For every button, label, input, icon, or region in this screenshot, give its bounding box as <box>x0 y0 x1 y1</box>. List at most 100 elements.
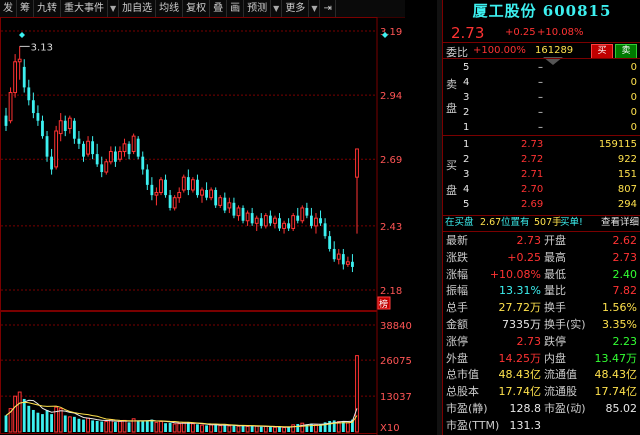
candle-body <box>177 192 182 199</box>
volume-bar <box>72 416 76 432</box>
volume-tick-label: 26075 <box>380 356 412 367</box>
candle-body <box>91 141 95 155</box>
toolbar-forecast-button[interactable]: 预测 <box>244 0 272 17</box>
volume-bar <box>250 425 254 432</box>
candle-body <box>95 154 99 165</box>
stat-label: 市盈(动) <box>544 402 586 415</box>
order-level: 1 <box>463 122 470 133</box>
candle-body <box>154 192 159 196</box>
order-volume: 0 <box>630 107 637 118</box>
stat-value: 13.31% <box>499 284 541 298</box>
chart-toolbar: 发 筹 九转 重大事件 ▼ 加自选 均线 复权 叠 画 预测 ▼ 更多 ▼ ⇥ <box>0 0 405 18</box>
buy-order-row[interactable]: 1 2.73 159115 <box>443 138 640 152</box>
candle-body <box>41 120 44 137</box>
candle-body <box>108 151 113 163</box>
candle-body <box>77 138 81 144</box>
order-level: 2 <box>463 154 470 165</box>
stat-row: 最新 2.73 开盘 2.62 <box>443 233 640 248</box>
notice-suffix: 买单! <box>560 217 583 228</box>
toolbar-adjust-button[interactable]: 复权 <box>183 0 211 17</box>
volume-bar <box>355 355 359 433</box>
volume-bar <box>310 423 313 432</box>
toolbar-major-events-button[interactable]: 重大事件 <box>61 0 108 17</box>
candle-body <box>136 138 140 157</box>
toolbar-overlay-button[interactable]: 叠 <box>210 0 228 17</box>
stat-value: 1.56% <box>602 301 637 315</box>
stat-row: 涨停 2.73 跌停 2.23 <box>443 334 640 349</box>
price-tick-label: 2.69 <box>380 155 402 166</box>
big-order-notice: 在买盘 2.67 位置有 507手 买单! 查看详细 <box>443 216 640 230</box>
candle-body <box>263 215 268 227</box>
candle-body <box>223 197 227 211</box>
price-change: +0.25 <box>505 27 536 38</box>
chevron-down-icon[interactable]: ▼ <box>108 0 120 17</box>
stat-value: 13.47万 <box>594 351 638 365</box>
sell-order-row[interactable]: 2 – 0 <box>443 106 640 120</box>
stat-value: 14.25万 <box>498 351 542 365</box>
sell-order-row[interactable]: 3 – 0 <box>443 91 640 105</box>
pin-panel-icon[interactable]: ⇥ <box>320 0 336 17</box>
forecast-dropdown-icon[interactable]: ▼ <box>271 0 283 17</box>
volume-bar <box>13 395 18 433</box>
order-level: 5 <box>463 62 470 73</box>
buy-order-row[interactable]: 2 2.72 922 <box>443 153 640 167</box>
stat-value: 2.73 <box>516 334 542 348</box>
ratio-pct: +100.00% <box>473 45 526 56</box>
volume-bar <box>17 391 22 433</box>
toolbar-draw-button[interactable]: 画 <box>227 0 245 17</box>
view-detail-link[interactable]: 查看详细 <box>601 216 639 230</box>
volume-unit-label: X10 <box>380 423 400 434</box>
volume-bar <box>218 425 223 433</box>
volume-bar <box>300 422 305 433</box>
divider <box>443 135 640 136</box>
buy-order-row[interactable]: 3 2.71 151 <box>443 168 640 182</box>
volume-bar <box>45 409 49 432</box>
kline-chart[interactable]: 3.19 2.94 2.69 2.43 2.18 38840 26075 13037 X10 3.… <box>0 17 437 435</box>
candle-body <box>351 261 354 267</box>
order-price: – <box>538 62 543 73</box>
divider <box>443 231 640 232</box>
sell-button[interactable]: 卖 <box>615 44 637 59</box>
stat-row: 涨跌 +0.25 最高 2.73 <box>443 250 640 265</box>
volume-bar <box>104 421 109 433</box>
candle-body <box>345 261 350 265</box>
buy-order-row[interactable]: 4 2.70 807 <box>443 183 640 197</box>
toolbar-ma-button[interactable]: 均线 <box>156 0 184 17</box>
candle-body <box>45 136 49 157</box>
sell-order-row[interactable]: 5 – 0 <box>443 61 640 75</box>
buy-order-row[interactable]: 5 2.69 294 <box>443 198 640 212</box>
order-volume: 0 <box>630 77 637 88</box>
stat-value: +0.25 <box>507 250 541 264</box>
candle-body <box>205 189 208 198</box>
stock-title: 厦工股份 600815 <box>472 2 612 20</box>
candle-body <box>254 217 259 224</box>
toolbar-fa-button[interactable]: 发 <box>0 0 17 17</box>
toolbar-more-button[interactable]: 更多 <box>282 0 310 17</box>
volume-bar <box>345 422 350 433</box>
stat-label: 内盘 <box>544 351 566 365</box>
stat-value: 2.62 <box>612 234 638 247</box>
candle-body <box>145 169 149 185</box>
buy-button[interactable]: 买 <box>591 44 613 59</box>
candle-body <box>227 202 232 209</box>
toolbar-add-watchlist-button[interactable]: 加自选 <box>119 0 157 17</box>
toolbar-chou-button[interactable]: 筹 <box>17 0 34 17</box>
sell-order-row[interactable]: 4 – 0 <box>443 76 640 90</box>
order-level: 3 <box>463 169 470 180</box>
stat-label: 市盈(TTM) <box>446 418 500 432</box>
order-price: – <box>538 107 543 118</box>
sell-order-row[interactable]: 1 – 0 <box>443 121 640 135</box>
stat-label: 最新 <box>446 234 468 247</box>
order-level: 4 <box>463 184 470 195</box>
candle-body <box>200 189 204 196</box>
more-dropdown-icon[interactable]: ▼ <box>309 0 321 17</box>
candle-body <box>328 236 332 249</box>
candle-body <box>310 215 313 226</box>
order-volume: 807 <box>617 184 637 195</box>
candle-body <box>13 61 18 94</box>
toolbar-jiuzhuan-button[interactable]: 九转 <box>34 0 61 17</box>
order-price: – <box>538 77 543 88</box>
stat-label: 涨幅 <box>446 267 468 281</box>
candle-body <box>190 179 195 191</box>
candle-body <box>341 254 345 265</box>
